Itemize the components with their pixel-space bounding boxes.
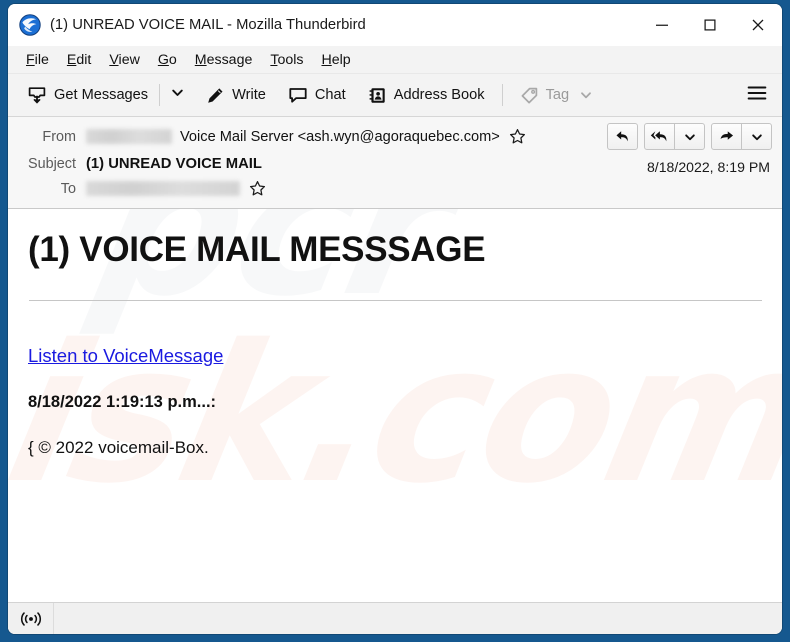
tag-icon — [520, 86, 539, 105]
title-bar: (1) UNREAD VOICE MAIL - Mozilla Thunderb… — [8, 4, 782, 46]
message-body-timestamp: 8/18/2022 1:19:13 p.m...: — [28, 392, 217, 411]
address-book-button[interactable]: Address Book — [361, 82, 492, 109]
window-title: (1) UNREAD VOICE MAIL - Mozilla Thunderb… — [50, 17, 366, 33]
get-messages-button[interactable]: Get Messages — [20, 81, 155, 109]
from-value: Voice Mail Server <ash.wyn@agoraquebec.c… — [86, 128, 601, 145]
get-messages-label: Get Messages — [54, 87, 149, 103]
tag-label: Tag — [545, 87, 570, 103]
menu-item-help[interactable]: Help — [312, 50, 359, 70]
menu-item-tools[interactable]: Tools — [261, 50, 312, 70]
message-header: From Voice Mail Server <ash.wyn@agoraque… — [8, 117, 782, 209]
speech-bubble-icon — [288, 86, 308, 105]
thunderbird-logo-icon — [19, 14, 41, 36]
to-star-outline-icon[interactable] — [249, 180, 266, 197]
message-body: (1) VOICE MAIL MESSSAGE Listen to VoiceM… — [8, 209, 782, 551]
chevron-down-icon — [170, 85, 185, 105]
maximize-button[interactable] — [686, 4, 734, 46]
message-action-buttons — [601, 123, 772, 150]
chat-button[interactable]: Chat — [281, 82, 353, 109]
hamburger-menu-icon — [747, 85, 767, 106]
menu-item-edit[interactable]: Edit — [58, 50, 100, 70]
menu-bar: File Edit View Go Message Tools Help — [8, 46, 782, 74]
header-row-to: To — [8, 175, 782, 202]
reply-button[interactable] — [607, 123, 638, 150]
write-button[interactable]: Write — [199, 82, 273, 109]
close-button[interactable] — [734, 4, 782, 46]
menu-item-file[interactable]: File — [17, 50, 58, 70]
address-book-label: Address Book — [393, 87, 485, 103]
pencil-icon — [206, 86, 225, 105]
inbox-download-icon — [27, 85, 47, 105]
menu-item-message[interactable]: Message — [186, 50, 262, 70]
message-body-footer: { © 2022 voicemail-Box. — [28, 437, 209, 457]
to-redacted-block — [86, 181, 240, 196]
minimize-button[interactable] — [638, 4, 686, 46]
header-row-from: From Voice Mail Server <ash.wyn@agoraque… — [8, 123, 782, 150]
chevron-down-icon — [579, 88, 593, 102]
get-messages-dropdown[interactable] — [164, 81, 191, 109]
forward-button[interactable] — [711, 123, 742, 150]
from-star-outline-icon[interactable] — [509, 128, 526, 145]
reply-all-dropdown[interactable] — [674, 123, 705, 150]
toolbar-separator-2 — [501, 84, 503, 106]
status-text — [54, 603, 782, 634]
to-value — [86, 180, 772, 197]
menu-item-go[interactable]: Go — [149, 50, 186, 70]
toolbar-separator-1 — [159, 84, 161, 106]
app-menu-button[interactable] — [738, 80, 776, 111]
thunderbird-window: pcr isk.com (1) UNREAD VOICE MAIL - Mozi… — [8, 4, 782, 634]
message-date: 8/18/2022, 8:19 PM — [646, 159, 770, 175]
main-toolbar: Get Messages Write Chat Address Book Tag — [8, 74, 782, 117]
tag-button[interactable]: Tag — [513, 82, 601, 109]
message-body-heading: (1) VOICE MAIL MESSSAGE — [28, 230, 486, 269]
listen-to-voicemessage-link[interactable]: Listen to VoiceMessage — [28, 345, 223, 367]
address-book-icon — [368, 86, 387, 105]
message-body-divider — [29, 299, 762, 301]
status-bar — [8, 602, 782, 634]
menu-item-view[interactable]: View — [100, 50, 149, 70]
subject-label: Subject — [28, 155, 76, 172]
desktop-background: pcr isk.com (1) UNREAD VOICE MAIL - Mozi… — [0, 0, 790, 642]
from-label: From — [42, 128, 76, 145]
from-redacted-block — [86, 129, 172, 144]
from-address[interactable]: Voice Mail Server <ash.wyn@agoraquebec.c… — [180, 129, 500, 145]
subject-value: (1) UNREAD VOICE MAIL — [86, 155, 262, 172]
forward-dropdown[interactable] — [741, 123, 772, 150]
chat-label: Chat — [314, 87, 346, 103]
write-label: Write — [232, 87, 266, 103]
broadcast-signal-icon[interactable] — [8, 603, 54, 634]
to-label: To — [60, 180, 76, 197]
reply-all-button[interactable] — [644, 123, 675, 150]
